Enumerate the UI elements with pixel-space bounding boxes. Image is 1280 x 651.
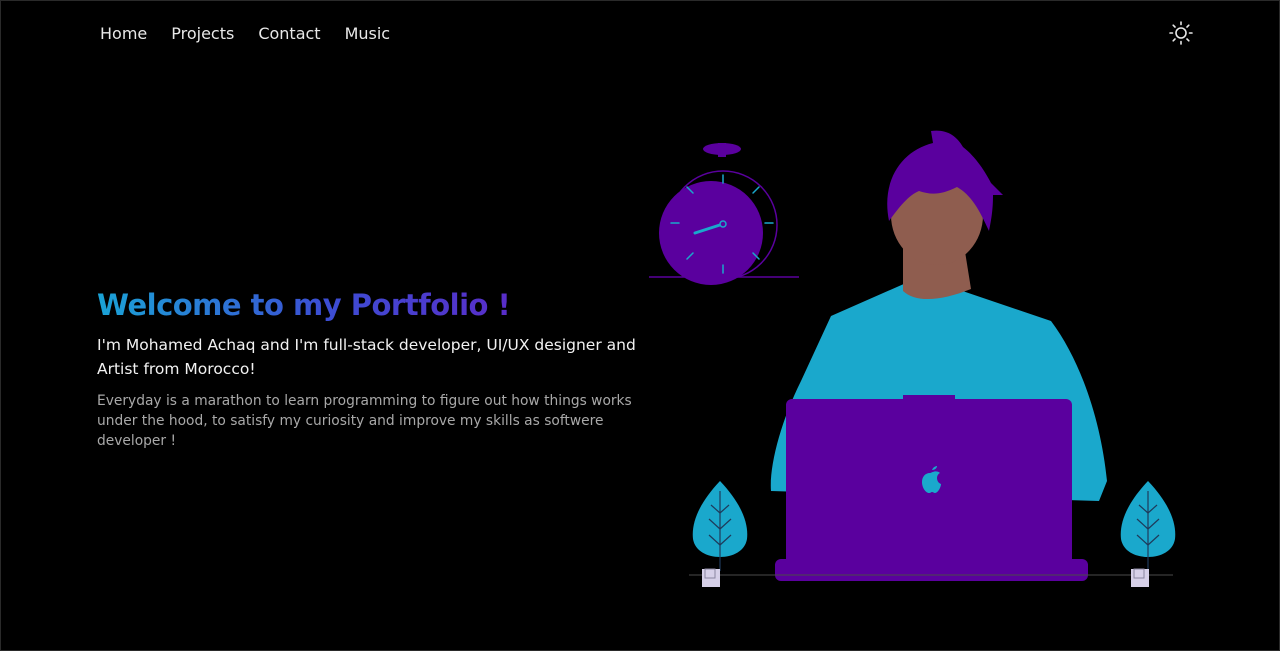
stopwatch-icon bbox=[649, 143, 799, 285]
nav-projects-link[interactable]: Projects bbox=[171, 24, 234, 43]
sun-icon bbox=[1169, 21, 1193, 45]
nav-music-link[interactable]: Music bbox=[345, 24, 391, 43]
hero-description: Everyday is a marathon to learn programm… bbox=[97, 393, 632, 449]
main-nav: Home Projects Contact Music bbox=[100, 21, 390, 45]
hero-section: Welcome to my Portfolio ! I'm Mohamed Ac… bbox=[97, 285, 657, 451]
hero-intro: I'm Mohamed Achaq and I'm full-stack dev… bbox=[97, 336, 636, 378]
theme-toggle-button[interactable] bbox=[1167, 19, 1195, 47]
plant-icon bbox=[1120, 481, 1176, 587]
plant-icon bbox=[692, 481, 748, 587]
nav-contact-link[interactable]: Contact bbox=[258, 24, 320, 43]
nav-home-link[interactable]: Home bbox=[100, 24, 147, 43]
laptop-icon bbox=[775, 395, 1088, 581]
hero-title: Welcome to my Portfolio ! bbox=[97, 285, 657, 325]
hero-illustration bbox=[641, 121, 1201, 601]
